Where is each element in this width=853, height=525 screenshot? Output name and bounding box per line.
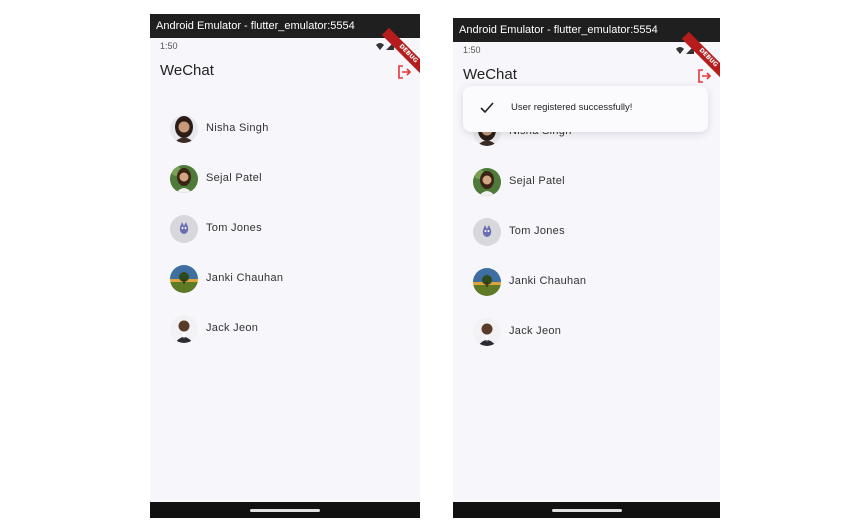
status-time: 1:50 xyxy=(463,45,481,55)
status-time: 1:50 xyxy=(160,41,178,51)
avatar-woman-green-background xyxy=(473,168,501,196)
logout-icon[interactable] xyxy=(396,64,412,80)
status-bar: 1:50 xyxy=(453,42,720,58)
contact-item[interactable]: Sejal Patel xyxy=(453,165,720,201)
contact-name: Nisha Singh xyxy=(206,122,269,134)
contact-item[interactable]: Nisha Singh xyxy=(150,112,420,148)
avatar-man-portrait xyxy=(170,315,198,343)
contact-item[interactable]: Tom Jones xyxy=(150,212,420,248)
emulator-window-left: Android Emulator - flutter_emulator:5554… xyxy=(150,14,420,518)
window-title: Android Emulator - flutter_emulator:5554 xyxy=(150,14,420,38)
contact-name: Tom Jones xyxy=(206,222,262,234)
avatar-man-portrait xyxy=(473,318,501,346)
contact-name: Tom Jones xyxy=(509,225,565,237)
system-nav-bar xyxy=(453,502,720,518)
contact-item[interactable]: Jack Jeon xyxy=(150,312,420,348)
contact-item[interactable]: Janki Chauhan xyxy=(453,265,720,301)
avatar-cartoon-cat xyxy=(473,218,501,246)
contact-name: Sejal Patel xyxy=(509,175,565,187)
contact-name: Jack Jeon xyxy=(509,325,562,337)
contact-name: Janki Chauhan xyxy=(206,272,284,284)
status-bar: 1:50 xyxy=(150,38,420,54)
logout-icon[interactable] xyxy=(696,68,712,84)
contact-item[interactable]: Jack Jeon xyxy=(453,315,720,351)
contact-item[interactable]: Janki Chauhan xyxy=(150,262,420,298)
system-nav-bar xyxy=(150,502,420,518)
home-gesture-handle[interactable] xyxy=(551,509,622,512)
avatar-tree-landscape xyxy=(170,265,198,293)
app-title: WeChat xyxy=(463,66,517,83)
contact-item[interactable]: Sejal Patel xyxy=(150,162,420,198)
success-toast[interactable]: User registered successfully! xyxy=(463,86,708,132)
check-icon xyxy=(480,102,494,114)
avatar-woman-green-background xyxy=(170,165,198,193)
app-title: WeChat xyxy=(160,62,214,79)
avatar-cartoon-cat xyxy=(170,215,198,243)
home-gesture-handle[interactable] xyxy=(250,509,320,512)
emulator-window-right: Android Emulator - flutter_emulator:5554… xyxy=(453,18,720,518)
contact-name: Sejal Patel xyxy=(206,172,262,184)
toast-message: User registered successfully! xyxy=(511,102,633,113)
avatar-woman-portrait xyxy=(170,115,198,143)
contact-item[interactable]: Tom Jones xyxy=(453,215,720,251)
avatar-tree-landscape xyxy=(473,268,501,296)
window-title: Android Emulator - flutter_emulator:5554 xyxy=(453,18,720,42)
contact-name: Janki Chauhan xyxy=(509,275,587,287)
contact-name: Jack Jeon xyxy=(206,322,259,334)
